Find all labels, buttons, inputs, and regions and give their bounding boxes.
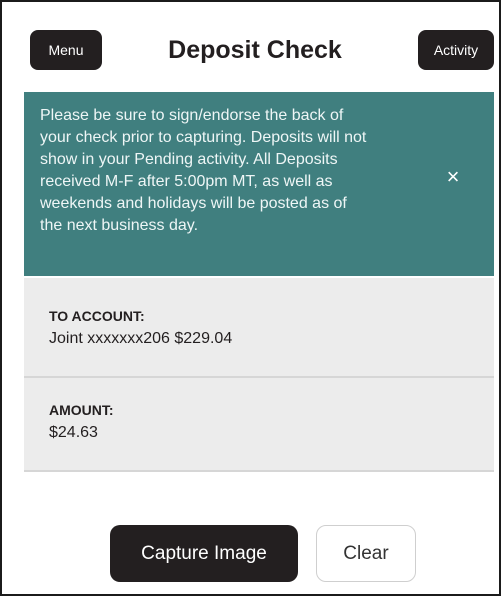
notice-line: Please be sure to sign/endorse the back … — [40, 107, 344, 124]
amount-value: $24.63 — [49, 424, 98, 441]
endorsement-notice-banner: Please be sure to sign/endorse the back … — [24, 92, 494, 276]
notice-message: Please be sure to sign/endorse the back … — [40, 105, 440, 237]
close-icon[interactable]: × — [442, 166, 464, 188]
amount-field[interactable]: AMOUNT: $24.63 — [24, 378, 494, 472]
to-account-value: Joint xxxxxxx206 $229.04 — [49, 330, 233, 347]
deposit-check-screen: Menu Deposit Check Activity Please be su… — [0, 0, 501, 596]
notice-line: weekends and holidays will be posted as … — [40, 195, 347, 212]
clear-button[interactable]: Clear — [316, 525, 416, 582]
notice-line: received M-F after 5:00pm MT, as well as — [40, 173, 333, 190]
app-header: Menu Deposit Check Activity — [16, 4, 494, 92]
to-account-label: TO ACCOUNT: — [49, 308, 145, 324]
notice-line: your check prior to capturing. Deposits … — [40, 129, 367, 146]
notice-line: the next business day. — [40, 217, 199, 234]
capture-image-button[interactable]: Capture Image — [110, 525, 298, 582]
amount-label: AMOUNT: — [49, 402, 114, 418]
to-account-selector[interactable]: TO ACCOUNT: Joint xxxxxxx206 $229.04 — [24, 278, 494, 378]
activity-button[interactable]: Activity — [418, 30, 494, 70]
notice-line: show in your Pending activity. All Depos… — [40, 151, 338, 168]
